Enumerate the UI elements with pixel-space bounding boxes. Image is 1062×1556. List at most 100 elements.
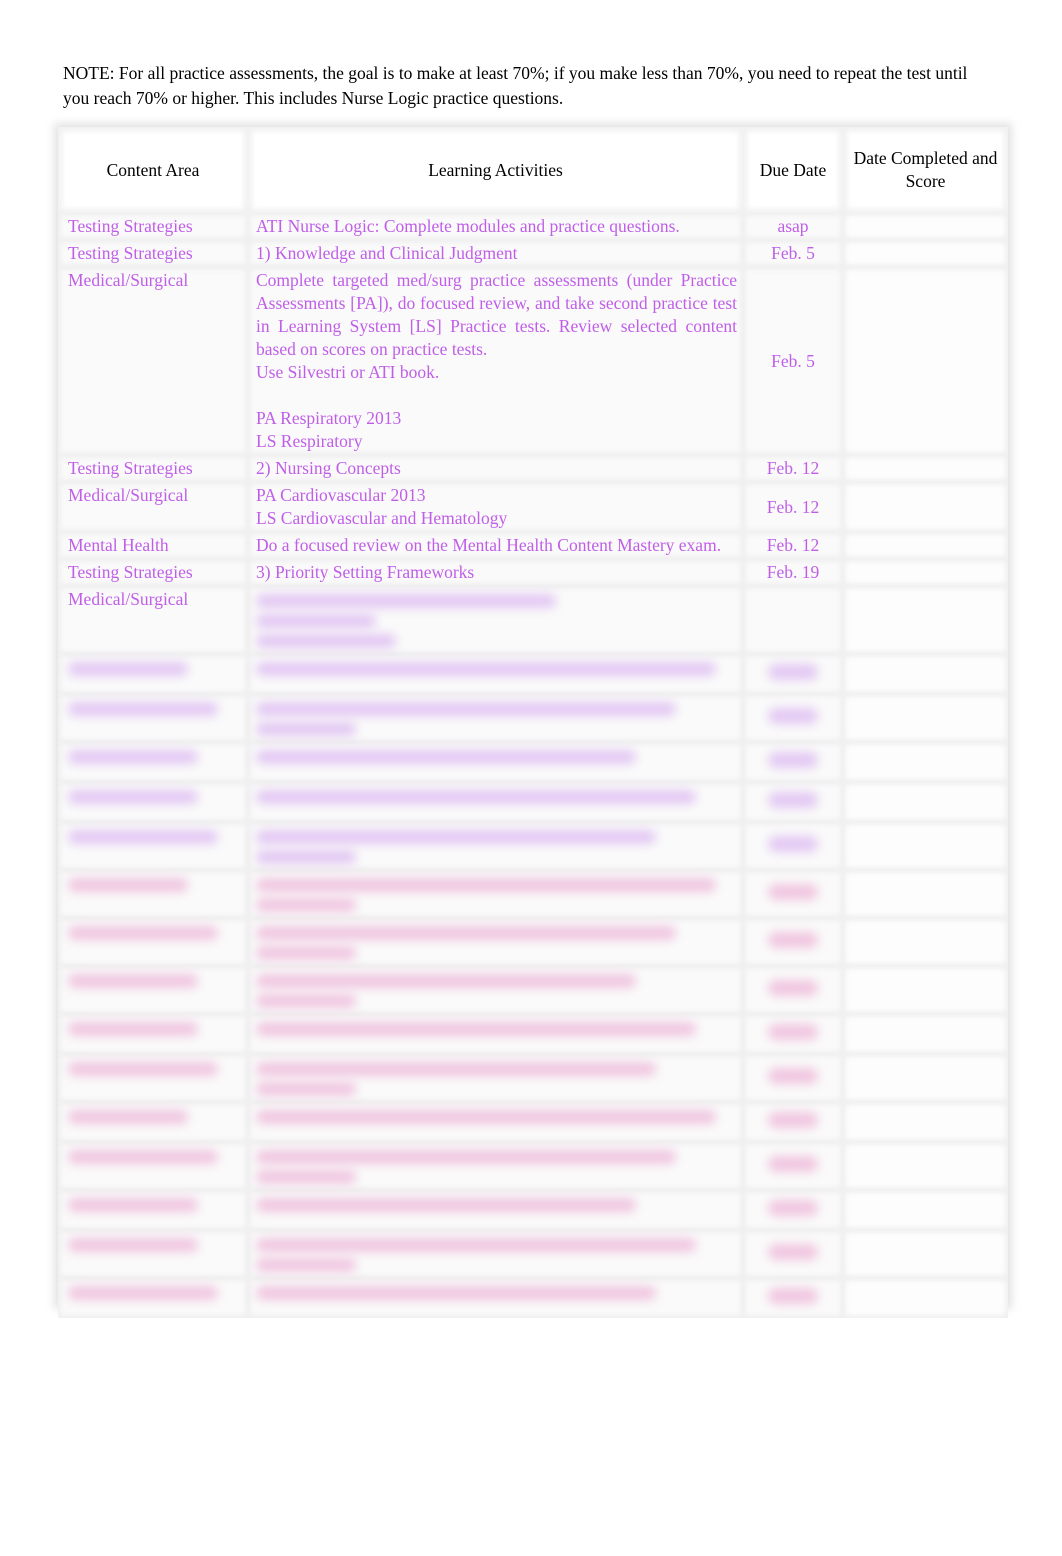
- date-completed-cell[interactable]: [843, 1230, 1008, 1278]
- learning-activities-cell: [248, 1230, 743, 1278]
- date-completed-cell[interactable]: [843, 918, 1008, 966]
- table-row-obscured: [58, 966, 1008, 1014]
- content-area-cell: Testing Strategies: [58, 455, 248, 482]
- date-completed-cell[interactable]: [843, 267, 1008, 455]
- date-completed-cell[interactable]: [843, 1142, 1008, 1190]
- obscured-text: [256, 1238, 696, 1252]
- activity-line: Complete targeted med/surg practice asse…: [256, 270, 737, 359]
- date-completed-cell[interactable]: [843, 240, 1008, 267]
- obscured-text: [256, 1198, 636, 1212]
- date-completed-cell[interactable]: [843, 870, 1008, 918]
- content-area-cell: Medical/Surgical: [58, 586, 248, 654]
- header-date-completed: Date Completed and Score: [843, 127, 1008, 213]
- content-area-cell: [58, 870, 248, 918]
- date-completed-cell[interactable]: [843, 742, 1008, 782]
- obscured-text: [68, 926, 218, 940]
- learning-activities-cell: [248, 918, 743, 966]
- learning-activities-cell: Complete targeted med/surg practice asse…: [248, 267, 743, 455]
- activity-line: Do a focused review on the Mental Health…: [256, 535, 722, 555]
- date-completed-cell[interactable]: [843, 455, 1008, 482]
- learning-activities-cell: PA Cardiovascular 2013 LS Cardiovascular …: [248, 482, 743, 532]
- due-date-cell: Feb. 5: [743, 267, 843, 455]
- content-area-cell: Testing Strategies: [58, 213, 248, 240]
- date-completed-cell[interactable]: [843, 1278, 1008, 1318]
- due-date-cell: [743, 918, 843, 966]
- table-row-obscured: [58, 1054, 1008, 1102]
- content-area-cell: Medical/Surgical: [58, 482, 248, 532]
- activity-line: 1) Knowledge and Clinical Judgment: [256, 243, 518, 263]
- table-row: Testing Strategies ATI Nurse Logic: Compl…: [58, 213, 1008, 240]
- date-completed-cell[interactable]: [843, 586, 1008, 654]
- date-completed-cell[interactable]: [843, 1054, 1008, 1102]
- schedule-table: Content Area Learning Activities Due Dat…: [58, 127, 1008, 1318]
- date-completed-cell[interactable]: [843, 213, 1008, 240]
- table-row-obscured: [58, 782, 1008, 822]
- table-row: Medical/Surgical: [58, 586, 1008, 654]
- activity-line: LS Cardiovascular and Hematology: [256, 508, 508, 528]
- content-area-cell: Testing Strategies: [58, 559, 248, 586]
- table-row: Testing Strategies 2) Nursing Concepts Feb…: [58, 455, 1008, 482]
- obscured-text: [256, 946, 356, 960]
- obscured-text: [768, 931, 818, 948]
- due-date-cell: Feb. 12: [743, 455, 843, 482]
- table-row-obscured: [58, 1230, 1008, 1278]
- obscured-text: [256, 790, 696, 804]
- obscured-text: [256, 1170, 356, 1184]
- table-row-obscured: [58, 1102, 1008, 1142]
- obscured-text: [256, 1258, 356, 1272]
- learning-activities-cell: [248, 1190, 743, 1230]
- date-completed-cell[interactable]: [843, 782, 1008, 822]
- obscured-text: [768, 1199, 818, 1216]
- content-area-cell: [58, 694, 248, 742]
- date-completed-cell[interactable]: [843, 1014, 1008, 1054]
- header-learning-activities: Learning Activities: [248, 127, 743, 213]
- date-completed-cell[interactable]: [843, 482, 1008, 532]
- obscured-text: [68, 702, 218, 716]
- table-row: Testing Strategies 3) Priority Setting Fr…: [58, 559, 1008, 586]
- date-completed-cell[interactable]: [843, 1102, 1008, 1142]
- due-date-cell: Feb. 12: [743, 482, 843, 532]
- table-row-obscured: [58, 654, 1008, 694]
- obscured-text: [256, 898, 356, 912]
- learning-activities-cell: [248, 1014, 743, 1054]
- obscured-text: [768, 1155, 818, 1172]
- learning-activities-cell: [248, 782, 743, 822]
- obscured-text: [68, 878, 188, 892]
- date-completed-cell[interactable]: [843, 822, 1008, 870]
- due-date-cell: [743, 1278, 843, 1318]
- obscured-text: [768, 1287, 818, 1304]
- obscured-text: [256, 1022, 696, 1036]
- obscured-text: [68, 1238, 198, 1252]
- date-completed-cell[interactable]: [843, 654, 1008, 694]
- date-completed-cell[interactable]: [843, 694, 1008, 742]
- obscured-text: [768, 1243, 818, 1260]
- obscured-text: [768, 1023, 818, 1040]
- table-row-obscured: [58, 1142, 1008, 1190]
- learning-activities-cell: ATI Nurse Logic: Complete modules and pr…: [248, 213, 743, 240]
- due-date-cell: [743, 1014, 843, 1054]
- learning-activities-cell: [248, 694, 743, 742]
- due-date-cell: [743, 1230, 843, 1278]
- schedule-table-container: Content Area Learning Activities Due Dat…: [58, 127, 1008, 1318]
- learning-activities-cell: [248, 1102, 743, 1142]
- obscured-text: [68, 974, 198, 988]
- content-area-cell: [58, 654, 248, 694]
- learning-activities-cell: [248, 966, 743, 1014]
- date-completed-cell[interactable]: [843, 1190, 1008, 1230]
- obscured-text: [68, 1022, 198, 1036]
- table-row-obscured: [58, 822, 1008, 870]
- obscured-text: [68, 1110, 188, 1124]
- due-date-cell: [743, 742, 843, 782]
- obscured-text: [768, 707, 818, 724]
- obscured-text: [256, 1082, 356, 1096]
- due-date-cell: Feb. 19: [743, 559, 843, 586]
- obscured-text: [256, 722, 356, 736]
- date-completed-cell[interactable]: [843, 966, 1008, 1014]
- learning-activities-cell: [248, 870, 743, 918]
- learning-activities-cell: [248, 654, 743, 694]
- obscured-text: [768, 751, 818, 768]
- due-date-cell: [743, 782, 843, 822]
- table-body: Testing Strategies ATI Nurse Logic: Compl…: [58, 213, 1008, 1318]
- date-completed-cell[interactable]: [843, 559, 1008, 586]
- date-completed-cell[interactable]: [843, 532, 1008, 559]
